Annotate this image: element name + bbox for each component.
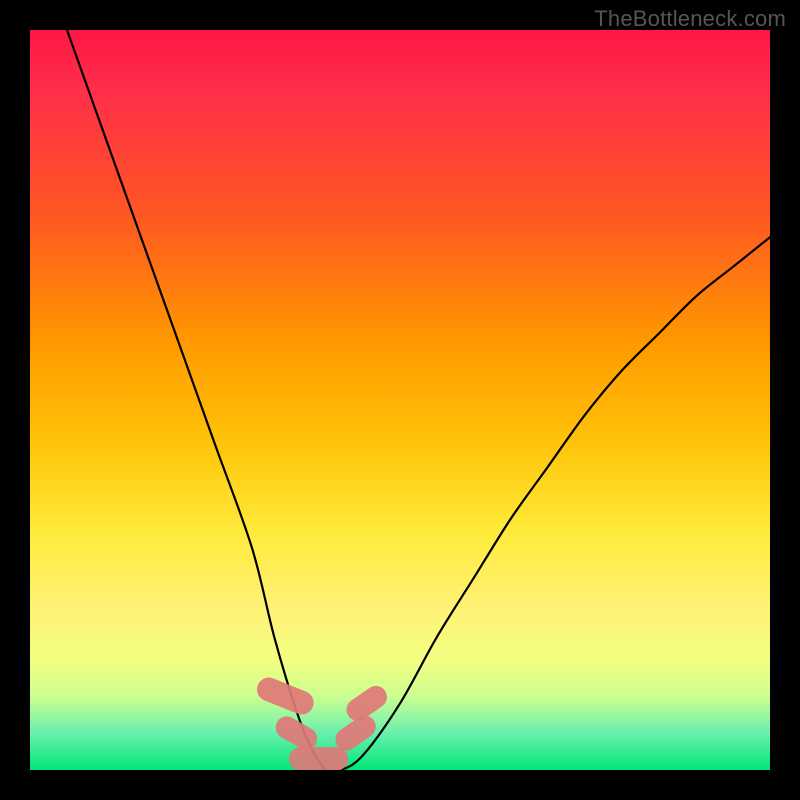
watermark-text: TheBottleneck.com [594, 6, 786, 32]
bottleneck-curve [67, 30, 770, 770]
curve-layer [30, 30, 770, 770]
marker-blob [253, 674, 317, 718]
marker-blob [289, 747, 348, 770]
marker-cluster [253, 674, 391, 770]
outer-frame: TheBottleneck.com [0, 0, 800, 800]
plot-area [30, 30, 770, 770]
